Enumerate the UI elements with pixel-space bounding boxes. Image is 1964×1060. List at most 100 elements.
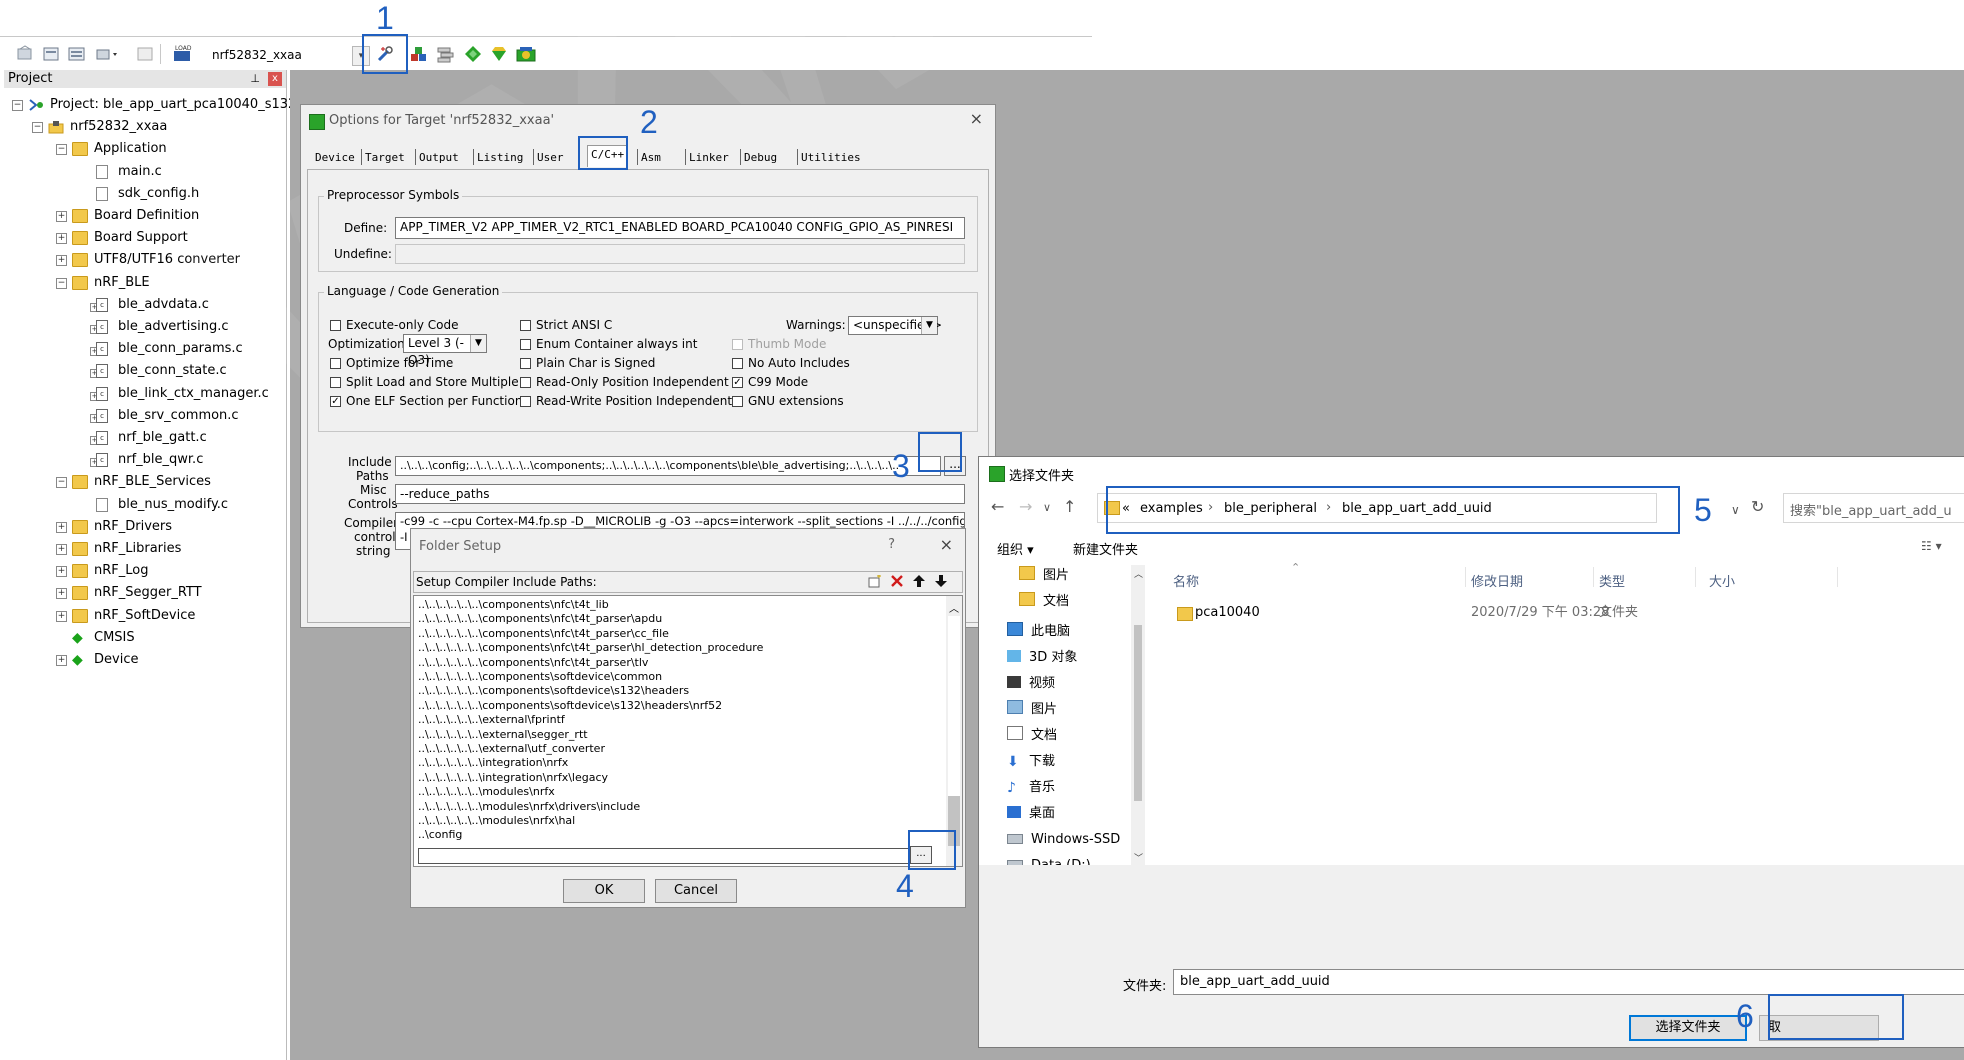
nav-item[interactable]: ♪ 音乐 [1007,777,1055,799]
expand-icon[interactable]: + [56,610,67,622]
nav-item[interactable]: ⬇ 下载 [1007,751,1055,773]
checkbox[interactable] [520,339,531,350]
list-item[interactable]: ..\..\..\..\..\..\integration\nrfx\legac… [418,771,608,785]
nav-item[interactable]: 3D 对象 [1007,647,1077,669]
list-item[interactable]: ..\..\..\..\..\..\external\fprintf [418,713,565,727]
nav-item[interactable]: 图片 [1019,565,1069,587]
target-select[interactable]: nrf52832_xxaa [208,45,372,65]
warnings-select[interactable]: <unspecified> ▼ [848,316,942,335]
nav-item[interactable]: Windows-SSD [1007,829,1120,851]
misc-controls-input[interactable]: --reduce_paths [395,484,965,504]
nav-item[interactable]: 文档 [1007,725,1057,747]
organize-button[interactable]: 组织 ▾ [997,539,1034,558]
cancel-button[interactable]: Cancel [655,879,737,903]
list-item[interactable]: ..\..\..\..\..\..\modules\nrfx [418,785,555,799]
tab-listing[interactable]: Listing [477,151,523,164]
new-path-icon[interactable] [868,575,882,589]
translate-icon[interactable] [16,45,34,63]
collapse-icon[interactable]: − [12,100,23,111]
address-dropdown-icon[interactable]: ∨ [1731,503,1740,517]
checkbox[interactable] [520,320,531,331]
nav-item[interactable]: 此电脑 [1007,621,1070,643]
nav-item[interactable]: 图片 [1007,699,1057,721]
vertical-scrollbar[interactable]: ︿ [946,596,962,866]
close-icon[interactable]: × [940,535,953,554]
list-item[interactable]: ..\..\..\..\..\..\external\utf_converter [418,742,605,756]
expand-icon[interactable]: + [56,655,67,666]
folder-name-input[interactable]: ble_app_uart_add_uuid [1173,969,1964,995]
tab-debug[interactable]: Debug [744,151,777,164]
list-item[interactable]: ..\..\..\..\..\..\components\nfc\t4t_par… [418,627,669,641]
collapse-icon[interactable]: − [56,277,67,289]
path-edit-field[interactable] [418,848,910,864]
list-item[interactable]: ..\..\..\..\..\..\components\nfc\t4t_par… [418,612,662,626]
tab-linker[interactable]: Linker [689,151,729,164]
chevron-up-icon[interactable]: ︿ [949,600,959,615]
checkbox[interactable] [330,320,341,331]
expand-icon[interactable]: + [56,233,67,245]
tab-asm[interactable]: Asm [641,151,661,164]
select-folder-button[interactable]: 选择文件夹 [1629,1015,1747,1041]
delete-icon[interactable] [890,574,904,588]
list-item[interactable]: ..\..\..\..\..\..\integration\nrfx [418,756,568,770]
expand-icon[interactable]: + [56,255,67,267]
view-options-icon[interactable]: ☷ ▾ [1921,539,1942,553]
collapse-icon[interactable]: − [56,477,67,489]
rebuild-icon[interactable] [68,45,86,63]
pin-icon[interactable]: ⊥ [250,70,260,88]
back-arrow-icon[interactable]: ← [991,497,1004,516]
move-up-icon[interactable] [912,574,926,588]
checkbox[interactable] [330,358,341,369]
checkbox[interactable] [520,396,531,407]
up-arrow-icon[interactable]: ↑ [1063,497,1076,516]
column-size[interactable]: 大小 [1709,571,1735,590]
move-down-icon[interactable] [934,574,948,588]
tab-output[interactable]: Output [419,151,459,164]
tab-user[interactable]: User [537,151,564,164]
expand-icon[interactable]: + [56,588,67,600]
column-date[interactable]: 修改日期 [1471,571,1523,590]
tab-utilities[interactable]: Utilities [801,151,861,164]
nav-item[interactable]: 桌面 [1007,803,1055,825]
chevron-down-icon[interactable]: ﹀ [1134,851,1143,864]
checkbox[interactable] [732,396,743,407]
tab-target[interactable]: Target [365,151,405,164]
stop-build-icon[interactable] [136,45,154,63]
collapse-icon[interactable]: − [56,144,67,156]
checkbox[interactable] [732,358,743,369]
batch-build-icon[interactable] [96,45,117,63]
list-item[interactable]: ..\..\..\..\..\..\components\softdevice\… [418,670,662,684]
navigation-scrollbar[interactable]: ︿ ﹀ [1131,565,1145,865]
new-folder-button[interactable]: 新建文件夹 [1073,539,1138,558]
scrollbar-thumb[interactable] [1134,625,1142,801]
checkbox[interactable]: ✓ [732,377,743,388]
list-item[interactable]: ..\config [418,828,462,842]
tab-device[interactable]: Device [315,151,355,164]
refresh-icon[interactable]: ↻ [1751,497,1764,516]
expand-icon[interactable]: + [56,566,67,578]
column-name[interactable]: 名称 [1173,571,1199,590]
list-item[interactable]: ..\..\..\..\..\..\modules\nrfx\hal [418,814,575,828]
ok-button[interactable]: OK [563,879,645,903]
close-icon[interactable]: × [970,109,983,128]
include-paths-input[interactable]: ..\..\..\config;..\..\..\..\..\..\compon… [395,456,941,476]
download-load-icon[interactable]: LOAD [172,45,192,63]
checkbox[interactable]: ✓ [330,396,341,407]
close-icon[interactable]: x [268,72,282,86]
expand-icon[interactable]: + [56,544,67,555]
column-type[interactable]: 类型 [1599,571,1625,590]
list-item[interactable]: ..\..\..\..\..\..\components\softdevice\… [418,684,689,698]
checkbox[interactable] [520,377,531,388]
define-input[interactable]: APP_TIMER_V2 APP_TIMER_V2_RTC1_ENABLED B… [395,217,965,239]
list-item[interactable]: ..\..\..\..\..\..\external\segger_rtt [418,728,588,742]
list-item[interactable]: ..\..\..\..\..\..\components\nfc\t4t_lib [418,598,609,612]
expand-icon[interactable]: + [56,521,67,533]
search-input[interactable]: 搜索"ble_app_uart_add_u [1783,493,1964,523]
checkbox[interactable] [520,358,531,369]
undefine-input[interactable] [395,244,965,264]
checkbox[interactable] [330,377,341,388]
recent-locations-icon[interactable]: ∨ [1043,501,1051,514]
list-item[interactable]: ..\..\..\..\..\..\components\nfc\t4t_par… [418,641,763,655]
list-item[interactable]: ..\..\..\..\..\..\components\softdevice\… [418,699,722,713]
help-icon[interactable]: ? [888,537,895,552]
